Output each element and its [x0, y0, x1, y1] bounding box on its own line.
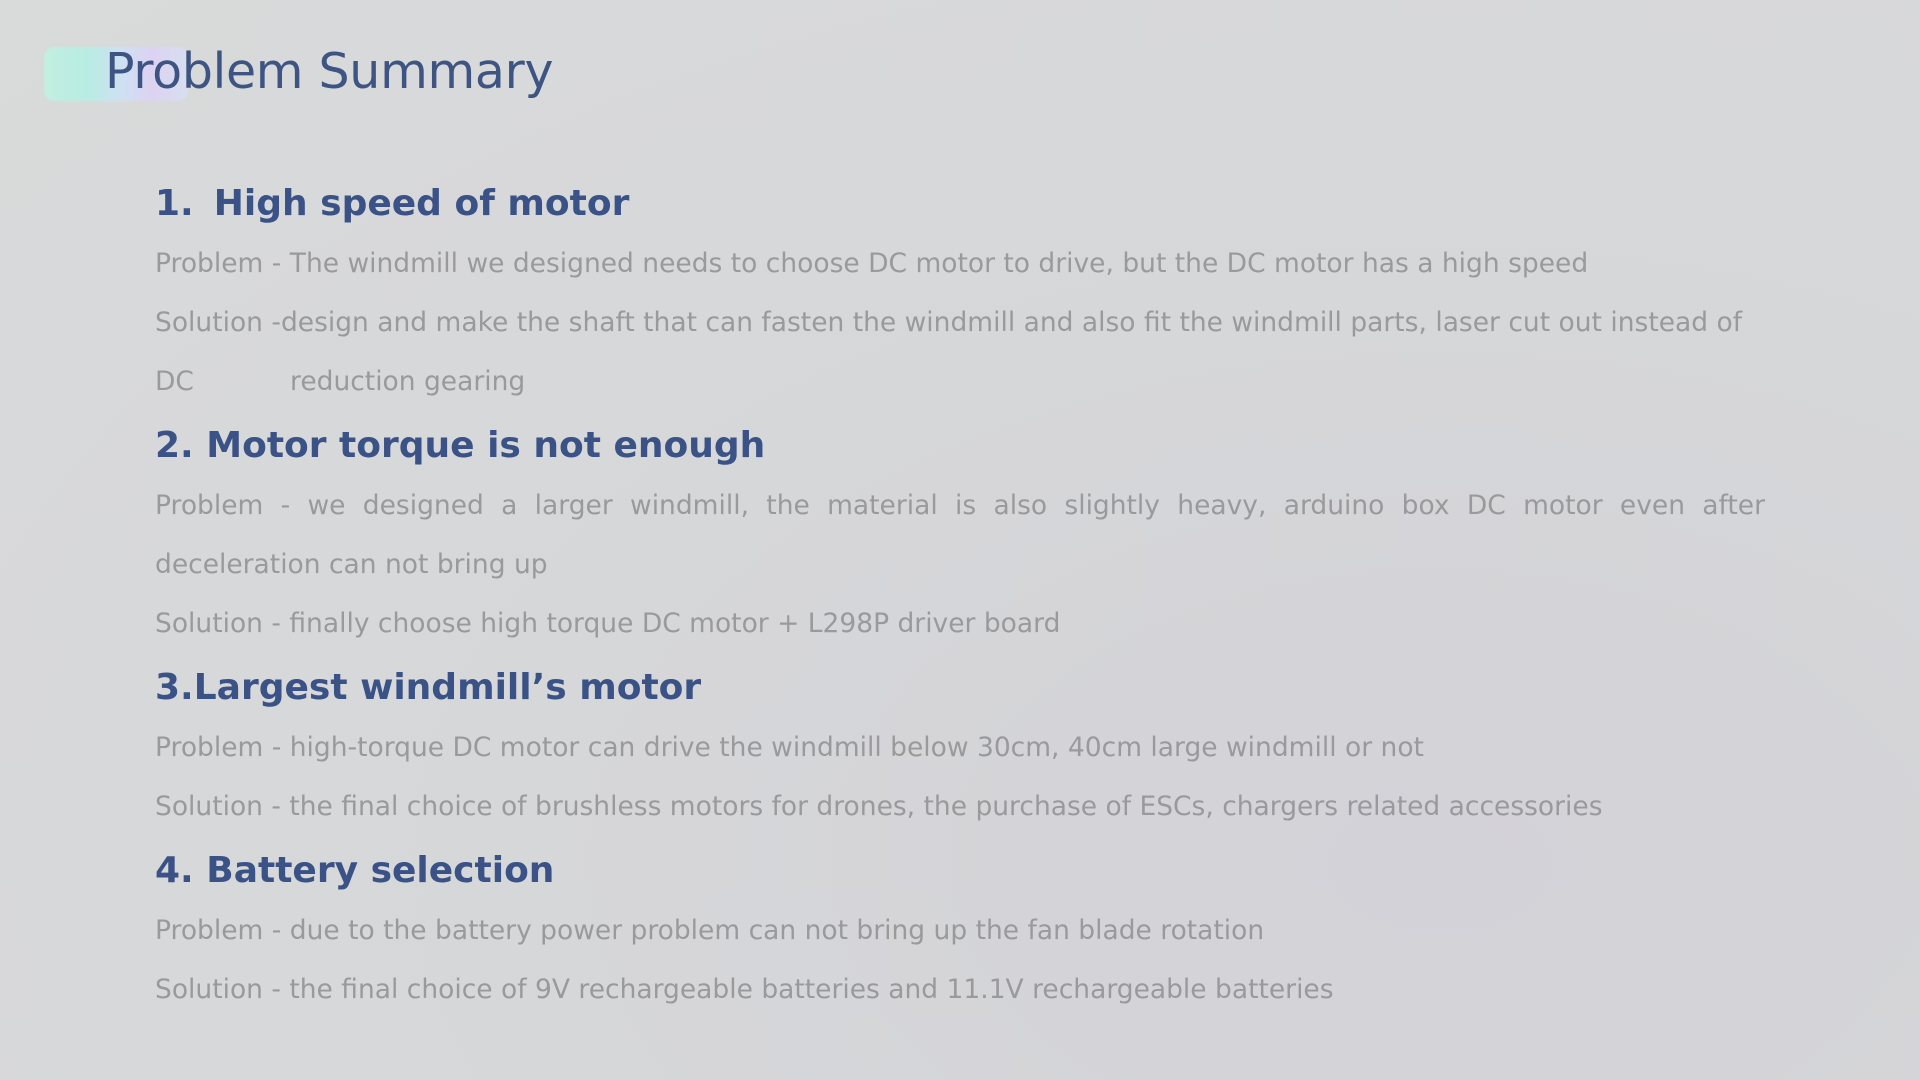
section-heading-text: High speed of motor [213, 183, 630, 224]
slide-content: 1. High speed of motor Problem - The wind… [155, 174, 1765, 1019]
section-heading: 2. Motor torque is not enough [155, 425, 766, 466]
section-largest-windmill-motor: 3.Largest windmill’s motor Problem - hig… [155, 658, 1765, 836]
section-heading: 4. Battery selection [155, 850, 555, 891]
solution-text: Solution - the final choice of 9V rechar… [155, 974, 1334, 1005]
section-motor-torque: 2. Motor torque is not enough Problem - … [155, 416, 1765, 653]
problem-text: Problem - due to the battery power probl… [155, 915, 1265, 946]
problem-text: Problem - we designed a larger windmill,… [155, 490, 1765, 580]
page-title: Problem Summary [105, 43, 554, 100]
solution-text-continued: DC reduction gearing [155, 352, 1765, 411]
section-heading: 3.Largest windmill’s motor [155, 667, 702, 708]
solution-word-dc: DC [155, 366, 194, 397]
section-number: 1. [155, 183, 194, 224]
section-battery-selection: 4. Battery selection Problem - due to th… [155, 841, 1765, 1019]
solution-text: Solution - the final choice of brushless… [155, 791, 1603, 822]
problem-text: Problem - The windmill we designed needs… [155, 248, 1589, 279]
section-high-speed-motor: 1. High speed of motor Problem - The wind… [155, 174, 1765, 411]
problem-text: Problem - high-torque DC motor can drive… [155, 732, 1424, 763]
solution-text: Solution -design and make the shaft that… [155, 307, 1743, 338]
solution-word-reduction: reduction gearing [290, 366, 526, 397]
section-heading: 1. High speed of motor [155, 174, 1765, 234]
solution-text: Solution - finally choose high torque DC… [155, 608, 1061, 639]
